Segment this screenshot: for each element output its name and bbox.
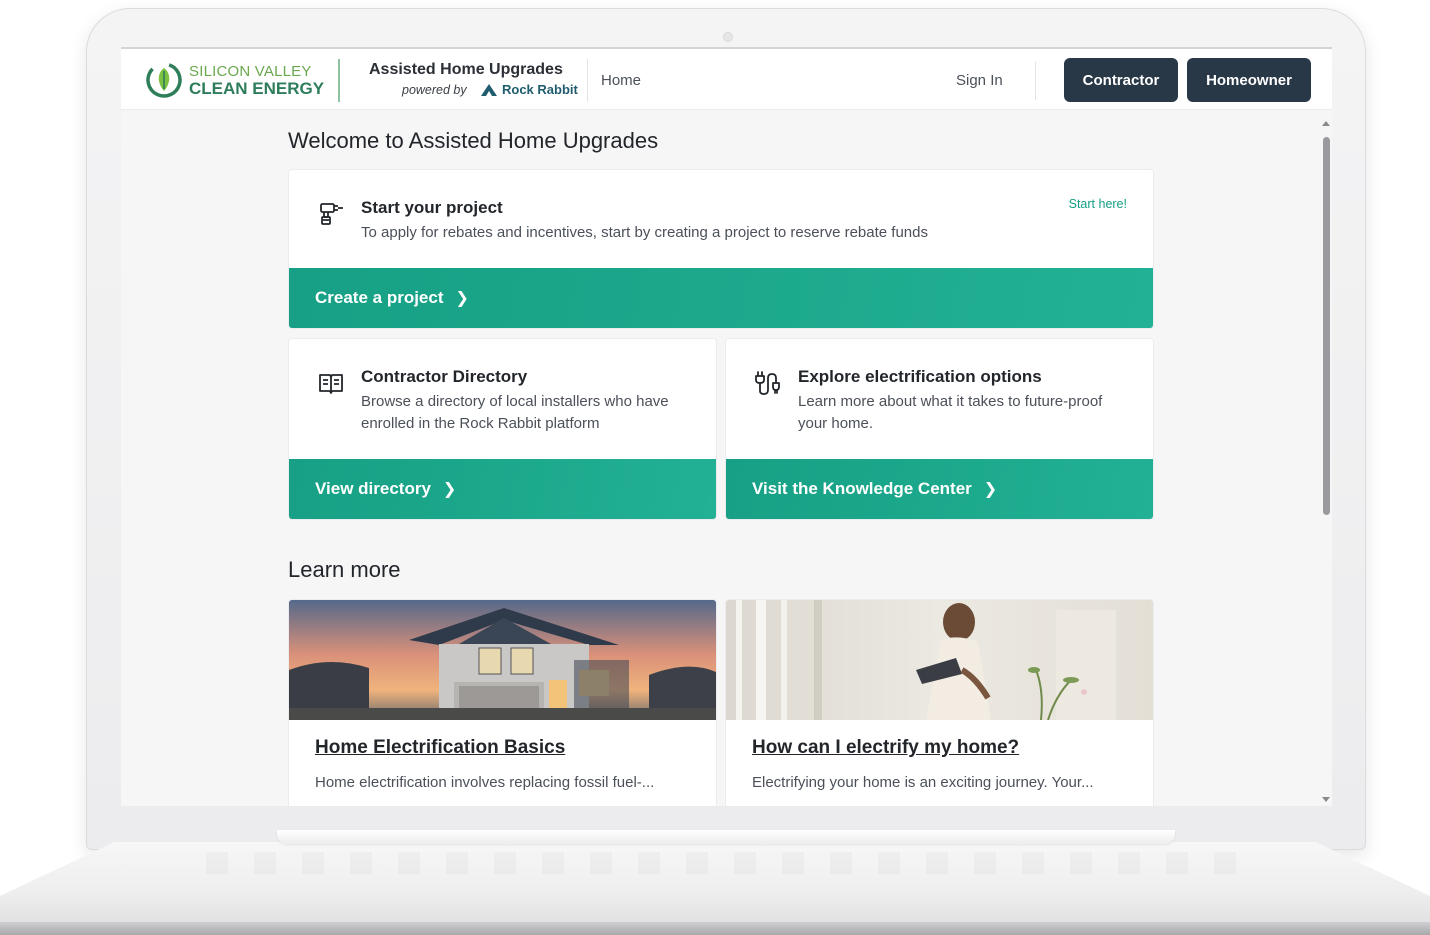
chevron-right-icon: ❯ (442, 481, 457, 498)
plug-icon (755, 371, 780, 395)
knowledge-center-button[interactable]: Visit the Knowledge Center ❯ (726, 459, 1153, 519)
page-title: Welcome to Assisted Home Upgrades (288, 128, 659, 153)
app-title: Assisted Home Upgrades (369, 61, 563, 78)
scrollbar-thumb[interactable] (1323, 137, 1330, 515)
laptop-hinge (277, 830, 1175, 844)
logo-divider (338, 59, 340, 102)
knowledge-center-label: Visit the Knowledge Center (752, 479, 972, 498)
scroll-up-arrow-icon[interactable] (1322, 121, 1330, 126)
electrification-title: Explore electrification options (798, 367, 1042, 386)
view-directory-button[interactable]: View directory ❯ (289, 459, 716, 519)
article-title[interactable]: How can I electrify my home? (752, 737, 1019, 759)
woman-with-tablet-image (726, 600, 1153, 720)
top-navigation: SILICON VALLEY CLEAN ENERGY Assisted Hom… (121, 49, 1332, 110)
house-at-sunset-image (289, 600, 716, 720)
logo-line-2: CLEAN ENERGY (189, 79, 325, 98)
directory-description: Browse a directory of local installers w… (361, 393, 669, 432)
chevron-right-icon: ❯ (983, 481, 998, 498)
directory-title: Contractor Directory (361, 367, 528, 386)
webcam (723, 32, 733, 42)
svce-logo[interactable]: SILICON VALLEY CLEAN ENERGY (145, 59, 329, 103)
electrification-card: Explore electrification options Learn mo… (725, 338, 1154, 520)
rock-rabbit-label: Rock Rabbit (502, 82, 578, 97)
laptop-base-edge (0, 922, 1430, 935)
start-project-description: To apply for rebates and incentives, sta… (361, 224, 928, 241)
create-project-label: Create a project (315, 288, 444, 307)
scroll-down-arrow-icon[interactable] (1322, 797, 1330, 802)
browser-screen: SILICON VALLEY CLEAN ENERGY Assisted Hom… (121, 47, 1332, 806)
view-directory-label: View directory (315, 479, 431, 498)
contractor-directory-card: Contractor Directory Browse a directory … (288, 338, 717, 520)
vertical-scrollbar[interactable] (1320, 111, 1332, 806)
create-project-button[interactable]: Create a project ❯ (289, 268, 1153, 328)
start-here-link[interactable]: Start here! (1069, 197, 1127, 211)
start-project-title: Start your project (361, 198, 503, 217)
electrification-description: Learn more about what it takes to future… (798, 393, 1103, 432)
chevron-right-icon: ❯ (455, 290, 469, 307)
nav-divider-right (1035, 62, 1036, 100)
article-excerpt: Electrifying your home is an exciting jo… (752, 774, 1094, 791)
article-excerpt: Home electrification involves replacing … (315, 774, 655, 791)
rock-rabbit-logo: Rock Rabbit (480, 82, 578, 97)
nav-home-link[interactable]: Home (601, 72, 641, 89)
logo-line-1: SILICON VALLEY (189, 63, 312, 80)
article-title[interactable]: Home Electrification Basics (315, 737, 565, 759)
sign-in-link[interactable]: Sign In (956, 72, 1003, 89)
book-icon (319, 374, 343, 394)
powered-by-label: powered by (402, 83, 467, 97)
rock-rabbit-icon (481, 84, 497, 96)
article-card[interactable]: Home Electrification Basics Home electri… (288, 599, 717, 806)
homeowner-button[interactable]: Homeowner (1187, 58, 1311, 102)
learn-more-heading: Learn more (288, 557, 401, 582)
contractor-button[interactable]: Contractor (1064, 58, 1178, 102)
article-card[interactable]: How can I electrify my home? Electrifyin… (725, 599, 1154, 806)
drill-icon (320, 203, 343, 225)
leaf-logo-icon (146, 62, 182, 98)
nav-divider (587, 59, 588, 102)
laptop-keyboard (180, 852, 1250, 874)
start-project-card: Start your project To apply for rebates … (288, 169, 1154, 329)
